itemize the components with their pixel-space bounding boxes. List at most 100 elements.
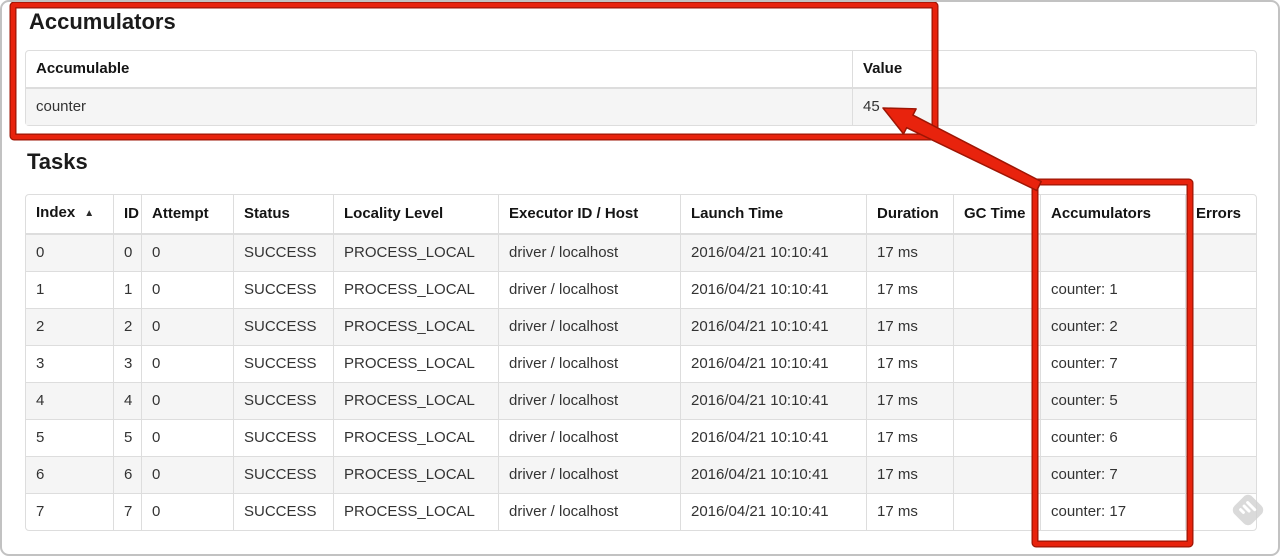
task-cell-launch_time: 2016/04/21 10:10:41 [680, 382, 866, 419]
tasks-col-duration[interactable]: Duration [866, 195, 953, 235]
task-cell-launch_time: 2016/04/21 10:10:41 [680, 345, 866, 382]
task-cell-launch_time: 2016/04/21 10:10:41 [680, 308, 866, 345]
task-cell-index: 7 [26, 493, 113, 530]
task-cell-index: 2 [26, 308, 113, 345]
tasks-col-locality_level[interactable]: Locality Level [333, 195, 498, 235]
task-cell-errors [1185, 382, 1256, 419]
task-cell-status: SUCCESS [233, 382, 333, 419]
task-cell-errors [1185, 456, 1256, 493]
accumulator-row: counter 45 [26, 89, 1256, 125]
task-cell-launch_time: 2016/04/21 10:10:41 [680, 456, 866, 493]
task-cell-locality_level: PROCESS_LOCAL [333, 308, 498, 345]
task-cell-status: SUCCESS [233, 235, 333, 271]
tasks-col-executor_id_host[interactable]: Executor ID / Host [498, 195, 680, 235]
task-cell-locality_level: PROCESS_LOCAL [333, 419, 498, 456]
task-cell-id: 2 [113, 308, 141, 345]
task-cell-status: SUCCESS [233, 271, 333, 308]
task-cell-duration: 17 ms [866, 308, 953, 345]
tasks-col-accumulators[interactable]: Accumulators [1040, 195, 1185, 235]
task-cell-accumulators: counter: 6 [1040, 419, 1185, 456]
task-cell-errors [1185, 271, 1256, 308]
task-cell-accumulators: counter: 5 [1040, 382, 1185, 419]
task-cell-id: 6 [113, 456, 141, 493]
task-cell-duration: 17 ms [866, 271, 953, 308]
accumulators-section-title: Accumulators [29, 9, 176, 34]
task-row: 5 5 0 SUCCESS PROCESS_LOCAL driver / localhos… [26, 419, 1256, 456]
accumulators-header-row: Accumulable Value [26, 51, 1256, 89]
task-cell-index: 5 [26, 419, 113, 456]
task-cell-attempt: 0 [141, 419, 233, 456]
task-cell-attempt: 0 [141, 493, 233, 530]
tasks-col-index[interactable]: Index ▲ [26, 195, 113, 235]
task-cell-executor_id_host: driver / localhost [498, 271, 680, 308]
task-cell-id: 0 [113, 235, 141, 271]
task-cell-executor_id_host: driver / localhost [498, 235, 680, 271]
task-cell-executor_id_host: driver / localhost [498, 493, 680, 530]
task-cell-attempt: 0 [141, 271, 233, 308]
task-cell-launch_time: 2016/04/21 10:10:41 [680, 235, 866, 271]
task-cell-gc_time [953, 419, 1040, 456]
task-cell-status: SUCCESS [233, 345, 333, 382]
task-cell-attempt: 0 [141, 382, 233, 419]
task-cell-index: 1 [26, 271, 113, 308]
task-row: 3 3 0 SUCCESS PROCESS_LOCAL driver / localhos… [26, 345, 1256, 382]
tasks-col-launch_time[interactable]: Launch Time [680, 195, 866, 235]
tasks-header-row: Index ▲ ID Attempt Status Locality Level Execu… [26, 195, 1256, 235]
tasks-section-title: Tasks [27, 149, 88, 174]
accumulable-name-cell: counter [26, 89, 852, 125]
tasks-col-id[interactable]: ID [113, 195, 141, 235]
task-cell-gc_time [953, 345, 1040, 382]
task-cell-errors [1185, 419, 1256, 456]
tasks-col-errors[interactable]: Errors [1185, 195, 1256, 235]
task-cell-attempt: 0 [141, 345, 233, 382]
task-cell-accumulators: counter: 1 [1040, 271, 1185, 308]
task-cell-launch_time: 2016/04/21 10:10:41 [680, 419, 866, 456]
accumulators-col-accumulable: Accumulable [26, 51, 852, 89]
task-row: 1 1 0 SUCCESS PROCESS_LOCAL driver / localhos… [26, 271, 1256, 308]
task-cell-id: 3 [113, 345, 141, 382]
task-cell-status: SUCCESS [233, 456, 333, 493]
spark-stage-page: Accumulators Accumulable Value counter 4… [0, 0, 1280, 556]
task-cell-index: 4 [26, 382, 113, 419]
accumulable-value-cell: 45 [852, 89, 1256, 125]
task-cell-locality_level: PROCESS_LOCAL [333, 235, 498, 271]
task-cell-duration: 17 ms [866, 419, 953, 456]
task-row: 0 0 0 SUCCESS PROCESS_LOCAL driver / localhos… [26, 235, 1256, 271]
task-cell-gc_time [953, 235, 1040, 271]
task-cell-attempt: 0 [141, 235, 233, 271]
task-cell-id: 7 [113, 493, 141, 530]
task-cell-status: SUCCESS [233, 419, 333, 456]
task-cell-errors [1185, 493, 1256, 530]
task-cell-gc_time [953, 271, 1040, 308]
task-cell-locality_level: PROCESS_LOCAL [333, 456, 498, 493]
task-cell-duration: 17 ms [866, 456, 953, 493]
tasks-col-status[interactable]: Status [233, 195, 333, 235]
task-cell-duration: 17 ms [866, 345, 953, 382]
task-cell-locality_level: PROCESS_LOCAL [333, 493, 498, 530]
task-cell-status: SUCCESS [233, 308, 333, 345]
task-cell-index: 0 [26, 235, 113, 271]
task-cell-gc_time [953, 382, 1040, 419]
task-cell-executor_id_host: driver / localhost [498, 308, 680, 345]
tasks-col-gc_time[interactable]: GC Time [953, 195, 1040, 235]
task-cell-attempt: 0 [141, 456, 233, 493]
task-cell-accumulators [1040, 235, 1185, 271]
accumulators-table: Accumulable Value counter 45 [25, 50, 1257, 126]
task-cell-locality_level: PROCESS_LOCAL [333, 271, 498, 308]
accumulators-col-value: Value [852, 51, 1256, 89]
task-row: 6 6 0 SUCCESS PROCESS_LOCAL driver / localhos… [26, 456, 1256, 493]
task-cell-id: 5 [113, 419, 141, 456]
task-cell-accumulators: counter: 7 [1040, 456, 1185, 493]
tasks-col-attempt[interactable]: Attempt [141, 195, 233, 235]
task-cell-accumulators: counter: 2 [1040, 308, 1185, 345]
task-cell-locality_level: PROCESS_LOCAL [333, 345, 498, 382]
task-row: 4 4 0 SUCCESS PROCESS_LOCAL driver / localhos… [26, 382, 1256, 419]
task-cell-duration: 17 ms [866, 235, 953, 271]
task-cell-executor_id_host: driver / localhost [498, 345, 680, 382]
task-cell-executor_id_host: driver / localhost [498, 382, 680, 419]
task-cell-gc_time [953, 456, 1040, 493]
task-row: 2 2 0 SUCCESS PROCESS_LOCAL driver / localhos… [26, 308, 1256, 345]
task-cell-accumulators: counter: 7 [1040, 345, 1185, 382]
task-cell-launch_time: 2016/04/21 10:10:41 [680, 493, 866, 530]
task-cell-attempt: 0 [141, 308, 233, 345]
